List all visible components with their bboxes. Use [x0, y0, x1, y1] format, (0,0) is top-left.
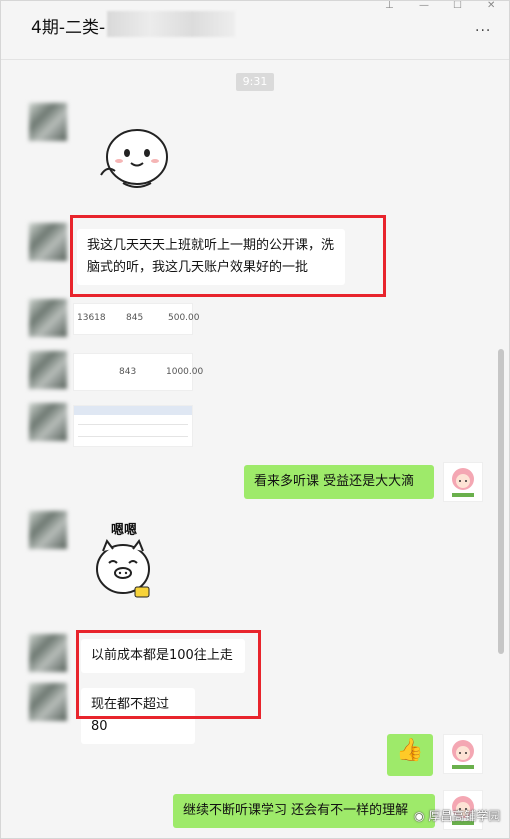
- my-message-bubble[interactable]: 继续不断听课学习 还会有不一样的理解: [173, 794, 435, 828]
- avatar[interactable]: [29, 683, 67, 721]
- watermark: ◉ 厚昌高铺学园: [414, 807, 500, 824]
- message-timestamp: 9:31: [236, 73, 274, 91]
- chat-title: 4期-二类-: [31, 18, 106, 38]
- avatar[interactable]: [29, 299, 67, 337]
- title-redacted: [107, 11, 235, 37]
- watermark-text: 厚昌高铺学园: [428, 809, 501, 823]
- highlight-box: [76, 630, 261, 719]
- pig-sticker-image[interactable]: [93, 537, 157, 609]
- my-avatar[interactable]: [443, 734, 483, 774]
- screenshot-image[interactable]: 13618 845 500.00: [73, 303, 200, 335]
- screenshot-image[interactable]: 843 1000.00: [73, 353, 203, 391]
- title-bar: 4期-二类- ⊥ — ☐ ✕ ···: [1, 1, 509, 60]
- avatar[interactable]: [29, 511, 67, 549]
- avatar[interactable]: [29, 103, 67, 141]
- girl-avatar-icon: [452, 468, 474, 497]
- highlight-box: [70, 215, 386, 297]
- minimize-icon[interactable]: —: [419, 1, 429, 11]
- more-options-icon[interactable]: ···: [475, 23, 491, 39]
- avatar[interactable]: [29, 223, 67, 261]
- avatar[interactable]: [29, 634, 67, 672]
- sticker-image[interactable]: [93, 119, 179, 195]
- table-divider: [78, 436, 188, 437]
- my-message-bubble[interactable]: 看来多听课 受益还是大大滴: [244, 465, 434, 499]
- close-icon[interactable]: ✕: [487, 1, 495, 11]
- my-avatar[interactable]: [443, 462, 483, 502]
- table-header: [74, 406, 192, 415]
- screenshot-image[interactable]: [73, 405, 193, 447]
- avatar[interactable]: [29, 403, 67, 441]
- sticker-caption: 嗯嗯: [111, 523, 138, 538]
- table-divider: [78, 424, 188, 425]
- chat-window: 4期-二类- ⊥ — ☐ ✕ ··· 9:31 我这几天天天上班就听上一期的公开…: [0, 0, 510, 839]
- wechat-icon: ◉: [414, 809, 425, 823]
- chat-scrollbar[interactable]: [498, 349, 504, 654]
- thumbs-up-icon[interactable]: 👍: [387, 734, 433, 776]
- avatar[interactable]: [29, 351, 67, 389]
- pin-icon[interactable]: ⊥: [385, 1, 394, 11]
- maximize-icon[interactable]: ☐: [453, 1, 462, 11]
- girl-avatar-icon: [452, 740, 474, 769]
